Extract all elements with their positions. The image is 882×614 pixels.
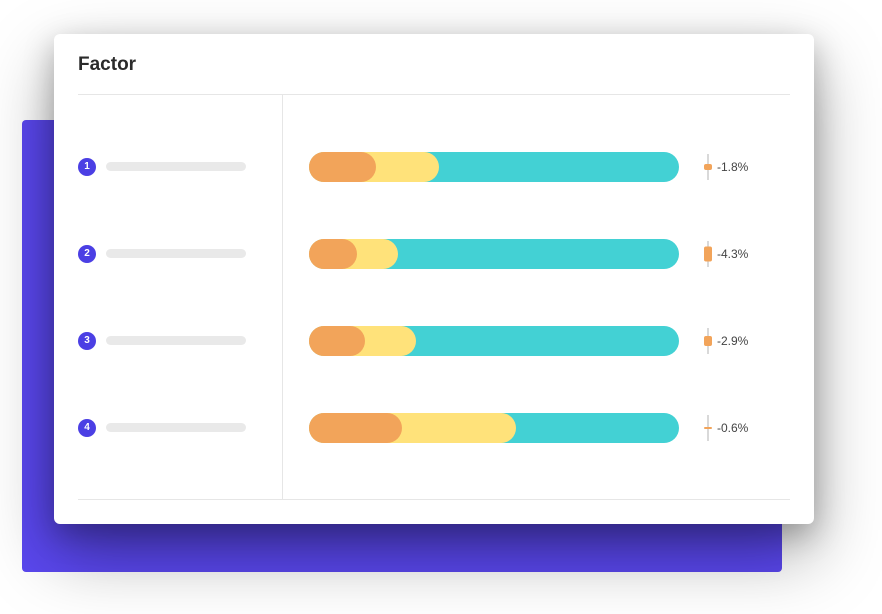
- chart-row: -1.8%: [309, 152, 790, 182]
- delta-pct: -4.3%: [717, 247, 748, 261]
- factor-card: Factor 1 2 3 4: [54, 34, 814, 524]
- segment-orange: [309, 152, 376, 182]
- axis-tick-icon: [707, 415, 709, 441]
- axis-tick-icon: [707, 241, 709, 267]
- delta-metric: -4.3%: [707, 241, 777, 267]
- delta-bar-icon: [704, 427, 712, 429]
- delta-bar-icon: [704, 246, 712, 261]
- stacked-bar: [309, 239, 679, 269]
- delta-pct: -1.8%: [717, 160, 748, 174]
- card-title: Factor: [78, 54, 784, 76]
- rank-badge: 1: [78, 158, 96, 176]
- chart-row: -2.9%: [309, 326, 790, 356]
- rank-badge: 2: [78, 245, 96, 263]
- axis-tick-icon: [707, 328, 709, 354]
- delta-pct: -0.6%: [717, 421, 748, 435]
- segment-orange: [309, 413, 402, 443]
- segment-orange: [309, 239, 357, 269]
- label-placeholder: [106, 336, 246, 345]
- label-placeholder: [106, 423, 246, 432]
- list-item: 2: [78, 239, 282, 269]
- label-placeholder: [106, 162, 246, 171]
- stacked-bar: [309, 326, 679, 356]
- chart-row: -4.3%: [309, 239, 790, 269]
- axis-tick-icon: [707, 154, 709, 180]
- list-item: 1: [78, 152, 282, 182]
- list-item: 4: [78, 413, 282, 443]
- card-body: 1 2 3 4: [54, 95, 814, 499]
- stage: Factor 1 2 3 4: [0, 0, 882, 614]
- chart-area: -1.8% -4.3%: [283, 95, 790, 499]
- card-header: Factor: [54, 34, 814, 94]
- rank-badge: 3: [78, 332, 96, 350]
- label-placeholder: [106, 249, 246, 258]
- stacked-bar: [309, 152, 679, 182]
- delta-bar-icon: [704, 336, 712, 346]
- delta-pct: -2.9%: [717, 334, 748, 348]
- list-item: 3: [78, 326, 282, 356]
- divider-bottom: [78, 499, 790, 500]
- stacked-bar: [309, 413, 679, 443]
- delta-metric: -2.9%: [707, 328, 777, 354]
- delta-metric: -1.8%: [707, 154, 777, 180]
- chart-row: -0.6%: [309, 413, 790, 443]
- factor-list: 1 2 3 4: [78, 95, 283, 499]
- rank-badge: 4: [78, 419, 96, 437]
- segment-orange: [309, 326, 365, 356]
- delta-metric: -0.6%: [707, 415, 777, 441]
- delta-bar-icon: [704, 164, 712, 170]
